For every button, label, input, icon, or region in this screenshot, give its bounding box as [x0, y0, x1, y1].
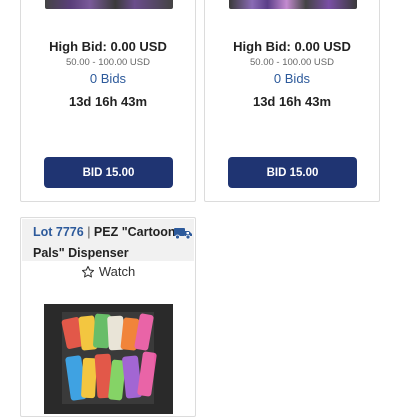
pez-dispensers-photo	[44, 304, 173, 414]
lot-header: Lot 7776 | PEZ "Cartoon Pals" Dispenser	[22, 219, 194, 261]
lot-image[interactable]	[45, 0, 173, 9]
bids-link[interactable]: 0 Bids	[21, 71, 195, 86]
bids-link[interactable]: 0 Bids	[205, 71, 379, 86]
watch-label: Watch	[98, 264, 136, 279]
watch-button[interactable]: Watch	[21, 264, 195, 279]
lot-image[interactable]	[44, 304, 173, 414]
high-bid-text: High Bid: 0.00 USD	[233, 39, 351, 54]
bid-button[interactable]: BID 15.00	[44, 157, 173, 188]
lot-card: High Bid: 0.00 USD 50.00 - 100.00 USD 0 …	[20, 0, 196, 202]
lot-title-continued[interactable]: Pals" Dispenser	[33, 246, 129, 260]
time-left: 13d 16h 43m	[252, 94, 332, 109]
truck-icon	[174, 228, 192, 240]
high-bid-text: High Bid: 0.00 USD	[49, 39, 167, 54]
lot-card: Lot 7776 | PEZ "Cartoon Pals" Dispenser …	[20, 217, 196, 417]
time-left: 13d 16h 43m	[68, 94, 148, 109]
lot-title[interactable]: PEZ "Cartoon	[94, 225, 176, 239]
estimate-range: 50.00 - 100.00 USD	[250, 57, 334, 68]
lot-separator: |	[83, 225, 94, 239]
lot-title-line: Lot 7776 | PEZ "Cartoon	[33, 225, 188, 241]
lot-number-link[interactable]: Lot 7776	[33, 225, 84, 239]
lot-image[interactable]	[229, 0, 357, 9]
bid-button[interactable]: BID 15.00	[228, 157, 357, 188]
lot-card: High Bid: 0.00 USD 50.00 - 100.00 USD 0 …	[204, 0, 380, 202]
estimate-range: 50.00 - 100.00 USD	[66, 57, 150, 68]
star-outline-icon	[81, 265, 94, 277]
